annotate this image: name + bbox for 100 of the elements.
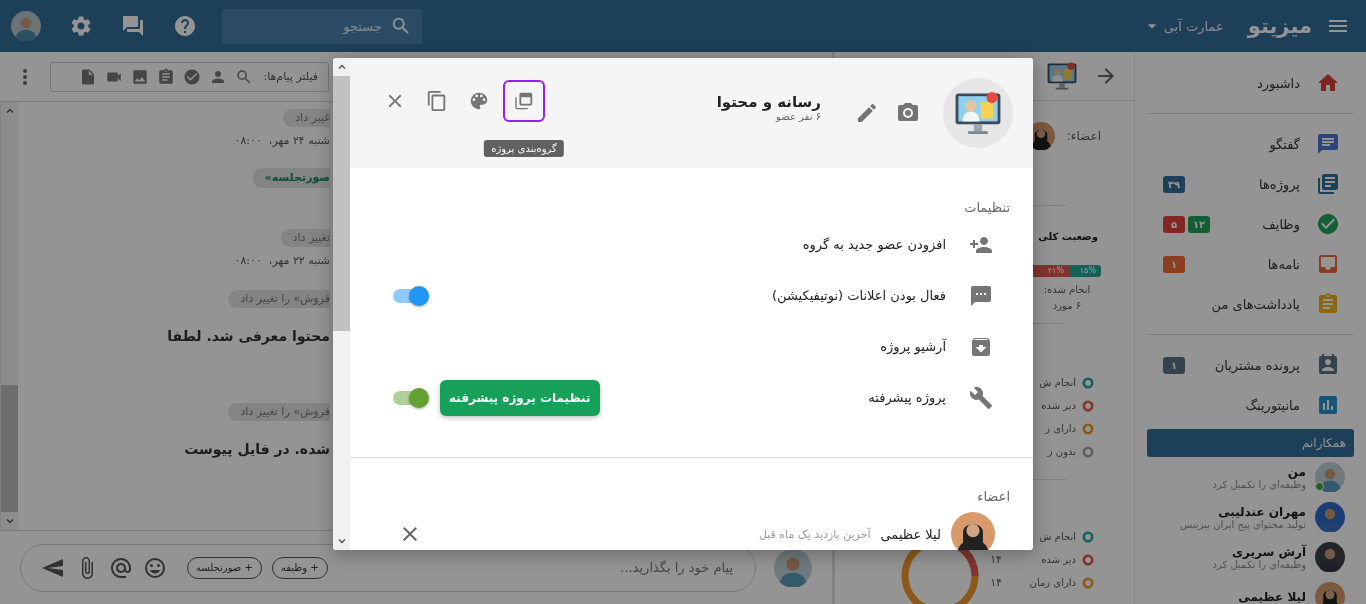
avatar [951, 512, 995, 550]
mention-icon[interactable] [109, 555, 133, 580]
legend-label: انجام ش [1038, 531, 1076, 542]
setting-label[interactable]: پروژه پیشرفته [868, 390, 946, 405]
nav-item[interactable]: وظایف ۱۲ ۵ [1135, 204, 1366, 244]
scroll-down-icon[interactable] [4, 516, 15, 526]
status-ring-icon [1082, 445, 1094, 458]
scroll-up-icon[interactable] [336, 62, 347, 72]
nav-label: پرونده مشتریان [1214, 357, 1300, 373]
nav-item[interactable]: داشبورد [1135, 63, 1366, 103]
logo[interactable]: میزیتو [1247, 14, 1312, 38]
avatar [1315, 582, 1345, 604]
clipboard-icon[interactable] [157, 67, 176, 86]
member-count: ۶ نفر عضو [774, 110, 821, 122]
nav-item[interactable]: یادداشت‌های من [1135, 284, 1366, 324]
message-icon [969, 283, 993, 308]
nav-item[interactable]: پرونده مشتریان ۱ [1135, 345, 1366, 385]
scroll-down-icon[interactable] [336, 536, 347, 546]
inbox-icon [1316, 252, 1340, 276]
nav-label: گفتگو [1269, 136, 1300, 152]
toggle-knob[interactable] [409, 285, 429, 306]
count-badge: ۱۲ [1188, 215, 1210, 233]
legend-count: ۱۴ [990, 553, 1002, 566]
help-icon[interactable] [173, 14, 197, 38]
emoji-icon[interactable] [143, 555, 167, 580]
setting-label[interactable]: آرشیو پروژه [880, 339, 946, 354]
legend-label: دارای ز [1045, 423, 1076, 434]
members-label: اعضاء: [1066, 129, 1101, 143]
colleague-status: وظیفه‌ای را تکمیل کرد [1212, 478, 1306, 490]
nav-item[interactable]: پروژه‌ها ۳۹ [1135, 164, 1366, 204]
colleague-item[interactable]: لیلا عظیمی [1135, 577, 1366, 604]
legend-label: انجام ش [1039, 377, 1076, 388]
scrollbar[interactable] [0, 102, 18, 530]
setting-label[interactable]: افزودن عضو جدید به گروه [802, 237, 946, 252]
message-date: شنبه ۲۴ مهر، ۰۸:۰۰ [234, 133, 330, 149]
avatar [1315, 502, 1345, 532]
nav-item[interactable]: مانیتورینگ [1135, 385, 1366, 425]
legend-label: دیر شده [1040, 554, 1076, 565]
colleague-item[interactable]: من وظیفه‌ای را تکمیل کرد [1135, 457, 1366, 497]
toggle-knob[interactable] [409, 387, 429, 408]
pencil-icon[interactable] [855, 101, 879, 125]
progress-segment: ۱۵% [1069, 265, 1101, 277]
avatar [1315, 542, 1345, 572]
filter-label: فیلتر پیام‌ها: [263, 70, 318, 83]
setting-label[interactable]: فعال بودن اعلانات (نوتیفیکیشن) [772, 288, 946, 303]
nav-item[interactable]: نامه‌ها ۱ [1135, 244, 1366, 284]
event-message: تغییر داد [280, 229, 330, 247]
nav-label: مانیتورینگ [1245, 397, 1300, 413]
stacked-windows-icon [513, 90, 535, 112]
tooltip: گروه‌بندی پروژه [484, 140, 564, 157]
colleague-name: لیلا عظیمی [1238, 590, 1306, 604]
done-count: ۶ مورد [1052, 299, 1082, 313]
chat-bubbles-icon[interactable] [121, 14, 145, 38]
chat-icon [1316, 132, 1340, 156]
last-seen: آخرین بازدید یک ماه قبل [758, 527, 871, 541]
colleague-status: تولید محتوای پیج ایران بیزینس [1180, 518, 1306, 530]
nav-label: داشبورد [1257, 75, 1300, 91]
colleague-item[interactable]: آرش سریری وظیفه‌ای را تکمیل کرد [1135, 537, 1366, 577]
member-name: لیلا عظیمی [880, 526, 941, 542]
event-message: فروش» را تغییر داد [228, 290, 330, 308]
status-ring-icon [1082, 399, 1094, 412]
workspace-label[interactable]: عمارت آبی [1163, 18, 1224, 34]
clipboard-icon [1316, 292, 1340, 316]
nav-label: وظایف [1262, 216, 1300, 232]
scrollbar[interactable] [333, 58, 350, 550]
nav-label: پروژه‌ها [1259, 176, 1300, 192]
avatar [1315, 462, 1345, 492]
project-title: رسانه و محتوا [716, 92, 821, 111]
status-ring-icon [1082, 553, 1094, 566]
palette-icon [468, 90, 490, 112]
scroll-up-icon[interactable] [4, 106, 15, 116]
nav-label: یادداشت‌های من [1211, 296, 1300, 312]
wrench-icon [969, 385, 993, 410]
tag-message: صورتجلسه» [252, 168, 330, 188]
bar-chart-icon [1316, 393, 1340, 417]
colleague-name: آرش سریری [1232, 544, 1306, 559]
group-button[interactable] [503, 80, 545, 122]
advanced-settings-button[interactable]: تنظیمات پروژه پیشرفته [440, 379, 600, 416]
legend-count: ۱۴ [990, 576, 1002, 589]
event-message: فروش» را تغییر داد [228, 403, 330, 421]
status-ring-icon [1082, 376, 1094, 389]
section-title: تنظیمات [963, 199, 1011, 217]
search-field[interactable]: جستجو [222, 8, 422, 44]
status-ring-icon [1082, 530, 1094, 543]
message-field[interactable]: پیام خود را بگذارید... [327, 559, 735, 576]
count-badge: ۵ [1163, 215, 1185, 233]
message-text: شده. در فایل پیوست [184, 440, 330, 459]
colleague-item[interactable]: مهران عندلیبی تولید محتوای پیج ایران بیزینس [1135, 497, 1366, 537]
count-badge: ۳۹ [1163, 175, 1185, 193]
avatar [11, 11, 41, 41]
legend-label: دارای زمان [1028, 577, 1076, 588]
image-icon[interactable] [131, 67, 150, 86]
copy-icon [426, 90, 448, 112]
nav-item[interactable]: گفتگو [1135, 124, 1366, 164]
settings-icon[interactable] [69, 14, 93, 38]
section-title: اعضاء [976, 488, 1011, 506]
done-label: انجام شده: [1043, 283, 1091, 297]
section-header: همکارانم [1147, 429, 1354, 457]
avatar [774, 548, 812, 587]
contact-card-icon [1316, 353, 1340, 377]
